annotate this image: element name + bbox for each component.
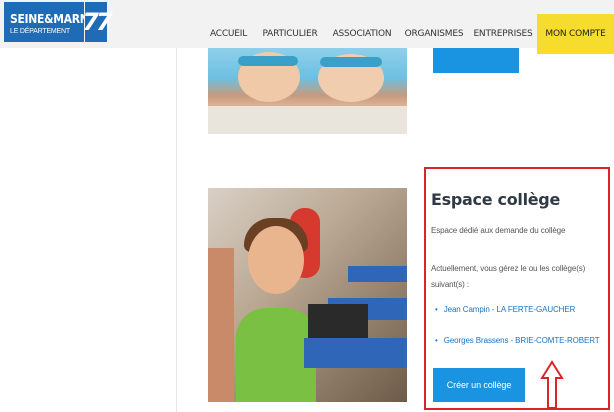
create-college-button[interactable]: Créer un collège xyxy=(433,368,525,402)
card-description: Espace dédié aux demande du collège xyxy=(431,226,566,235)
student-head xyxy=(248,226,304,294)
college-link-2[interactable]: • Georges Brassens - BRIE-COMTE-ROBERT xyxy=(435,336,600,345)
arrow-up-icon xyxy=(540,360,564,409)
bullet-icon: • xyxy=(435,305,438,314)
college-link-2-label: Georges Brassens - BRIE-COMTE-ROBERT xyxy=(443,336,600,345)
site-header: SEINE&MARNE LE DÉPARTEMENT 77 ACCUEIL PA… xyxy=(0,0,614,54)
desk-3 xyxy=(348,266,407,282)
logo-text-block: SEINE&MARNE LE DÉPARTEMENT xyxy=(4,2,96,42)
foreground-child xyxy=(208,248,234,402)
laptop xyxy=(308,304,368,340)
card-title: Espace collège xyxy=(431,190,561,209)
classroom-image xyxy=(208,188,407,402)
desk-1 xyxy=(304,338,407,368)
pool-deck xyxy=(208,106,407,134)
logo-subtitle: LE DÉPARTEMENT xyxy=(10,27,70,35)
college-link-1[interactable]: • Jean Campin - LA FERTE-GAUCHER xyxy=(435,305,575,314)
sidebar-divider xyxy=(176,48,177,412)
department-logo[interactable]: SEINE&MARNE LE DÉPARTEMENT 77 xyxy=(4,2,113,42)
goggles-2 xyxy=(320,57,382,67)
nav-mon-compte[interactable]: MON COMPTE xyxy=(537,14,614,54)
bullet-icon: • xyxy=(435,336,438,345)
partial-button[interactable] xyxy=(433,48,519,73)
goggles-1 xyxy=(238,56,298,66)
college-link-1-label: Jean Campin - LA FERTE-GAUCHER xyxy=(443,305,576,314)
card-intro: Actuellement, vous gérez le ou les collè… xyxy=(431,264,586,289)
logo-title: SEINE&MARNE xyxy=(10,11,96,26)
swimming-children-image xyxy=(208,48,407,134)
logo-number: 77 xyxy=(82,2,113,42)
